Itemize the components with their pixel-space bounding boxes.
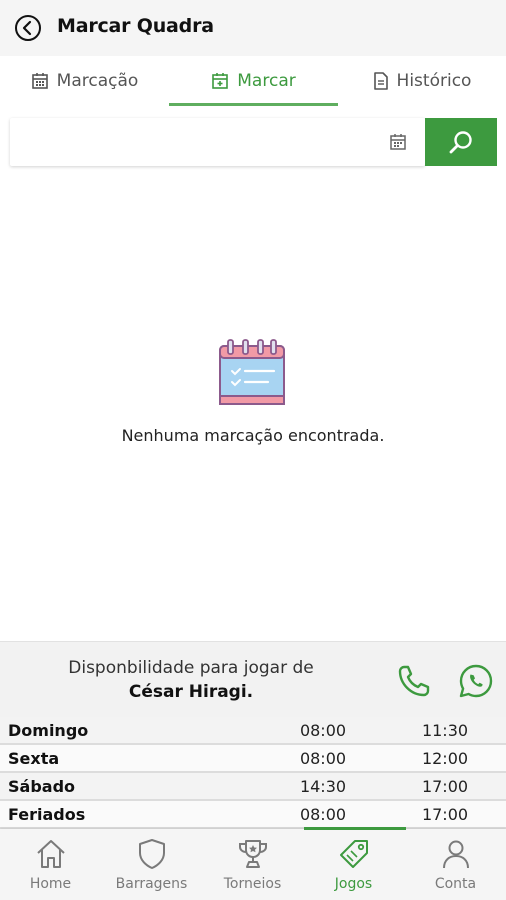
schedule-day: Domingo	[8, 721, 89, 740]
home-icon	[37, 840, 65, 868]
schedule-end: 17:00	[421, 805, 469, 824]
calendar-add-icon	[212, 73, 229, 89]
schedule-day: Sábado	[8, 777, 76, 796]
availability-label: Disponbilidade para jogar de	[68, 658, 314, 678]
trophy-icon	[239, 840, 267, 868]
empty-state-illustration	[218, 338, 288, 408]
availability-header: Disponbilidade para jogar de César Hirag…	[0, 641, 506, 717]
schedule-table: Domingo 08:00 11:30 Sexta 08:00 12:00 Sá…	[0, 717, 506, 829]
nav-label: Barragens	[115, 876, 188, 892]
nav-label: Home	[29, 876, 72, 892]
tab-historico[interactable]: Histórico	[338, 56, 506, 106]
calendar-icon	[390, 134, 406, 150]
empty-state-message: Nenhuma marcação encontrada.	[121, 426, 385, 445]
schedule-start: 08:00	[299, 749, 347, 768]
table-row: Feriados 08:00 17:00	[0, 801, 506, 829]
tab-marcar[interactable]: Marcar	[169, 56, 338, 106]
calendar-checklist-icon	[219, 339, 285, 405]
search-row	[10, 118, 497, 166]
nav-label: Conta	[434, 876, 477, 892]
schedule-day: Sexta	[8, 749, 60, 768]
tag-icon	[340, 840, 368, 868]
bottom-navigation: Home Barragens Torneios Jogos Conta	[0, 827, 506, 900]
player-name: César Hiragi.	[128, 682, 254, 702]
back-arrow-circle-icon	[15, 15, 41, 41]
call-button[interactable]	[396, 663, 432, 699]
calendar-grid-icon	[31, 73, 48, 89]
user-icon	[443, 840, 469, 869]
shield-icon	[139, 839, 165, 869]
date-search-input[interactable]	[10, 118, 425, 166]
nav-label: Torneios	[223, 876, 282, 892]
whatsapp-icon	[459, 664, 493, 698]
back-button[interactable]	[14, 14, 42, 42]
schedule-end: 11:30	[421, 721, 469, 740]
tab-label: Marcação	[56, 71, 139, 91]
active-tab-indicator	[169, 103, 338, 106]
table-row: Domingo 08:00 11:30	[0, 717, 506, 745]
schedule-end: 12:00	[421, 749, 469, 768]
nav-item-barragens[interactable]: Barragens	[101, 829, 202, 900]
nav-item-jogos[interactable]: Jogos	[303, 829, 404, 900]
nav-item-conta[interactable]: Conta	[405, 829, 506, 900]
search-icon	[449, 131, 472, 154]
calendar-picker-button[interactable]	[388, 132, 408, 152]
schedule-end: 17:00	[421, 777, 469, 796]
page-title: Marcar Quadra	[57, 15, 214, 37]
table-row: Sábado 14:30 17:00	[0, 773, 506, 801]
search-button[interactable]	[425, 118, 497, 166]
schedule-day: Feriados	[8, 805, 86, 824]
nav-label: Jogos	[334, 876, 373, 892]
nav-item-torneios[interactable]: Torneios	[202, 829, 303, 900]
document-icon	[373, 72, 388, 90]
app-bar: Marcar Quadra	[0, 0, 506, 56]
tab-label: Histórico	[396, 71, 472, 91]
tab-label: Marcar	[237, 71, 296, 91]
whatsapp-button[interactable]	[458, 663, 494, 699]
schedule-start: 08:00	[299, 805, 347, 824]
table-row: Sexta 08:00 12:00	[0, 745, 506, 773]
tab-marcacao[interactable]: Marcação	[0, 56, 169, 106]
schedule-start: 14:30	[299, 777, 347, 796]
phone-icon	[398, 665, 430, 697]
tab-bar: Marcação Marcar Histórico	[0, 56, 506, 106]
nav-item-home[interactable]: Home	[0, 829, 101, 900]
schedule-start: 08:00	[299, 721, 347, 740]
